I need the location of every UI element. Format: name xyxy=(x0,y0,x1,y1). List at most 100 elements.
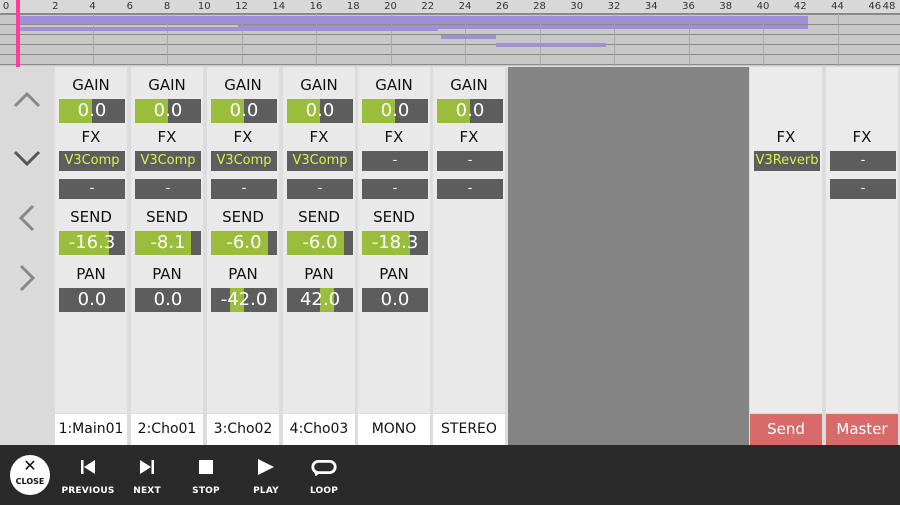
scroll-up-button[interactable] xyxy=(0,71,54,129)
fx-slot-2[interactable]: - xyxy=(362,179,428,199)
timeline-clip[interactable] xyxy=(496,43,606,47)
fx-slot-2[interactable]: - xyxy=(830,179,896,199)
ruler-label: 18 xyxy=(346,1,360,12)
close-button[interactable]: ✕ CLOSE xyxy=(10,455,50,495)
skip-back-icon xyxy=(81,460,95,474)
gain-value[interactable]: 0.0 xyxy=(362,99,428,123)
playhead[interactable] xyxy=(16,0,20,68)
channel-name[interactable]: MONO xyxy=(358,414,430,445)
scroll-down-button[interactable] xyxy=(0,129,54,187)
pan-value[interactable]: 0.0 xyxy=(362,288,428,312)
fx-slot-1[interactable]: V3Comp xyxy=(287,151,353,171)
chevron-right-icon xyxy=(19,264,36,292)
channel-name[interactable]: STEREO xyxy=(433,414,505,445)
send-return-strip: FX V3Reverb xyxy=(750,67,822,413)
send-label: SEND xyxy=(298,208,340,226)
ruler-label: 30 xyxy=(570,1,584,12)
send-button[interactable]: Send xyxy=(750,414,822,445)
fx-label: FX xyxy=(384,128,404,146)
timeline-ruler[interactable]: 0 2 4 6 8 10 12 14 16 18 20 22 24 26 28 30 32 34 36 38 40 42 4… xyxy=(0,0,900,14)
gain-value[interactable]: 0.0 xyxy=(287,99,353,123)
ruler-label: 28 xyxy=(533,1,546,12)
scroll-right-button[interactable] xyxy=(0,249,54,307)
track-divider xyxy=(0,14,900,15)
channel-strip: GAIN 0.0 FX V3Comp - SEND -8.1 PAN 0.0 xyxy=(131,67,203,413)
fx-label: FX xyxy=(233,128,253,146)
play-label: PLAY xyxy=(253,486,279,496)
fx-label: FX xyxy=(852,128,872,146)
gain-label: GAIN xyxy=(450,76,488,94)
gain-label: GAIN xyxy=(224,76,262,94)
gain-label: GAIN xyxy=(72,76,110,94)
fx-slot-1[interactable]: - xyxy=(362,151,428,171)
master-button[interactable]: Master xyxy=(826,414,898,445)
pan-value[interactable]: 0.0 xyxy=(59,288,125,312)
pan-label: PAN xyxy=(152,265,182,283)
ruler-label: 8 xyxy=(163,1,171,12)
ruler-label: 22 xyxy=(421,1,435,12)
gain-label: GAIN xyxy=(375,76,413,94)
fx-slot-2[interactable]: - xyxy=(135,179,201,199)
gain-value[interactable]: 0.0 xyxy=(211,99,277,123)
fx-slot-1[interactable]: - xyxy=(437,151,503,171)
fx-label: FX xyxy=(776,128,796,146)
scroll-left-button[interactable] xyxy=(0,189,54,247)
timeline-clip[interactable] xyxy=(441,35,496,39)
send-value[interactable]: -18.3 xyxy=(362,231,428,255)
fx-slot-2[interactable]: - xyxy=(437,179,503,199)
channel-name[interactable]: 1:Main01 xyxy=(55,414,127,445)
fx-slot-2[interactable]: - xyxy=(59,179,125,199)
gain-value[interactable]: 0.0 xyxy=(437,99,503,123)
loop-button[interactable]: LOOP xyxy=(294,454,354,500)
fx-slot-1[interactable]: V3Comp xyxy=(211,151,277,171)
pan-value[interactable]: 0.0 xyxy=(135,288,201,312)
channel-strip: GAIN 0.0 FX - - xyxy=(433,67,505,413)
ruler-label: 38 xyxy=(719,1,733,12)
ruler-label: 24 xyxy=(458,1,472,12)
loop-label: LOOP xyxy=(309,486,339,496)
ruler-label: 20 xyxy=(384,1,397,12)
fx-slot-1[interactable]: V3Reverb xyxy=(754,151,820,171)
channel-name[interactable]: 3:Cho02 xyxy=(207,414,279,445)
fx-slot-1[interactable]: - xyxy=(830,151,896,171)
send-label: SEND xyxy=(222,208,264,226)
chevron-left-icon xyxy=(18,204,35,232)
previous-button[interactable]: PREVIOUS xyxy=(58,454,118,500)
channel-name[interactable]: 4:Cho03 xyxy=(283,414,355,445)
gain-value[interactable]: 0.0 xyxy=(135,99,201,123)
channel-name[interactable]: 2:Cho01 xyxy=(131,414,203,445)
pan-value[interactable]: -42.0 xyxy=(211,288,277,312)
master-strip: FX - - xyxy=(826,67,898,413)
send-label: SEND xyxy=(146,208,188,226)
chevron-down-icon xyxy=(13,150,41,167)
ruler-label: 10 xyxy=(197,1,211,12)
gain-label: GAIN xyxy=(300,76,338,94)
channel-strip: GAIN 0.0 FX V3Comp - SEND -6.0 PAN -42.0 xyxy=(207,67,279,413)
send-label: SEND xyxy=(70,208,112,226)
track-divider xyxy=(0,44,900,45)
ruler-label: 26 xyxy=(495,1,509,12)
play-button[interactable]: PLAY xyxy=(236,454,296,500)
navigation-panel xyxy=(0,67,54,445)
fx-slot-2[interactable]: - xyxy=(211,179,277,199)
pan-label: PAN xyxy=(304,265,334,283)
gain-value[interactable]: 0.0 xyxy=(59,99,125,123)
next-button[interactable]: NEXT xyxy=(117,454,177,500)
send-value[interactable]: -8.1 xyxy=(135,231,201,255)
fx-slot-2[interactable]: - xyxy=(287,179,353,199)
ruler-label: 2 xyxy=(52,1,59,12)
timeline[interactable]: 0 2 4 6 8 10 12 14 16 18 20 22 24 26 28 30 32 34 36 38 40 42 4… xyxy=(0,0,900,66)
send-value[interactable]: -16.3 xyxy=(59,231,125,255)
timeline-clip[interactable] xyxy=(18,27,438,31)
skip-forward-icon xyxy=(140,460,154,474)
send-value[interactable]: -6.0 xyxy=(211,231,277,255)
pan-value[interactable]: 42.0 xyxy=(287,288,353,312)
channel-strip: GAIN 0.0 FX - - SEND -18.3 PAN 0.0 xyxy=(358,67,430,413)
fx-slot-1[interactable]: V3Comp xyxy=(135,151,201,171)
fx-slot-1[interactable]: V3Comp xyxy=(59,151,125,171)
stop-button[interactable]: STOP xyxy=(176,454,236,500)
fx-label: FX xyxy=(81,128,101,146)
send-value[interactable]: -6.0 xyxy=(287,231,353,255)
play-icon xyxy=(258,459,274,475)
timeline-clip[interactable] xyxy=(18,20,808,24)
